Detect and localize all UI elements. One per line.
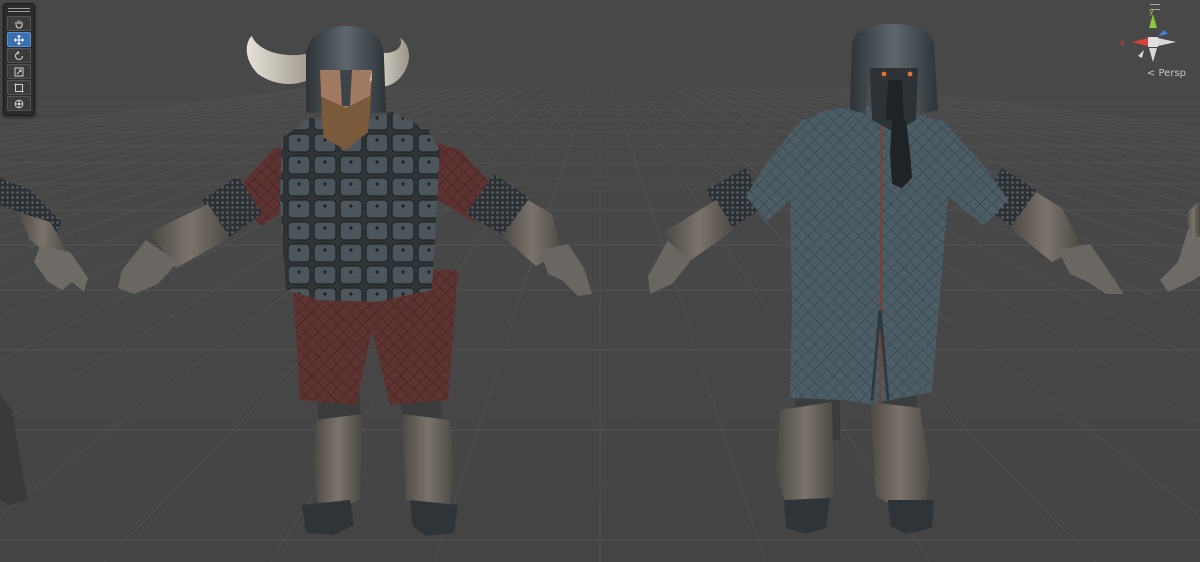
hand-icon: [15, 20, 23, 29]
gizmo-neg-z-axis[interactable]: [1138, 50, 1144, 58]
scale-icon: [14, 67, 24, 76]
scene-view[interactable]: y x < Persp: [0, 0, 1200, 562]
tool-palette: [3, 3, 35, 116]
model-horned-warrior[interactable]: [118, 26, 592, 536]
right-edge-model: [1160, 200, 1200, 292]
gizmo-neg-x-axis[interactable]: [1158, 38, 1176, 46]
right-eye: [907, 71, 913, 77]
projection-arrow-icon: <: [1146, 68, 1156, 79]
gizmo-neg-y-axis[interactable]: [1149, 48, 1157, 62]
rect-icon: [14, 83, 24, 92]
rotate-icon: [14, 50, 24, 60]
gizmo-center-cube[interactable]: [1148, 37, 1158, 47]
rotate-tool-button[interactable]: [7, 48, 31, 63]
gizmo-y-axis[interactable]: [1149, 14, 1157, 28]
transform-icon: [14, 99, 24, 108]
gizmo-y-label: y: [1149, 7, 1154, 16]
hand-tool-button[interactable]: [7, 16, 31, 31]
projection-text: Persp: [1158, 68, 1187, 79]
projection-label[interactable]: < Persp: [1147, 68, 1186, 79]
left-eye: [881, 71, 887, 77]
gizmo-x-axis[interactable]: [1132, 38, 1148, 46]
gizmo-x-label: x: [1120, 38, 1125, 47]
move-icon: [14, 34, 24, 45]
scale-tool-button[interactable]: [7, 64, 31, 79]
rect-tool-button[interactable]: [7, 80, 31, 95]
left-edge-model: [0, 178, 88, 505]
palette-drag-handle[interactable]: [8, 6, 30, 14]
scene-models: [0, 24, 1200, 536]
model-gambeson-warrior[interactable]: [648, 24, 1124, 534]
gizmo-z-axis[interactable]: [1158, 30, 1168, 36]
move-tool-button[interactable]: [7, 32, 31, 47]
transform-tool-button[interactable]: [7, 96, 31, 111]
